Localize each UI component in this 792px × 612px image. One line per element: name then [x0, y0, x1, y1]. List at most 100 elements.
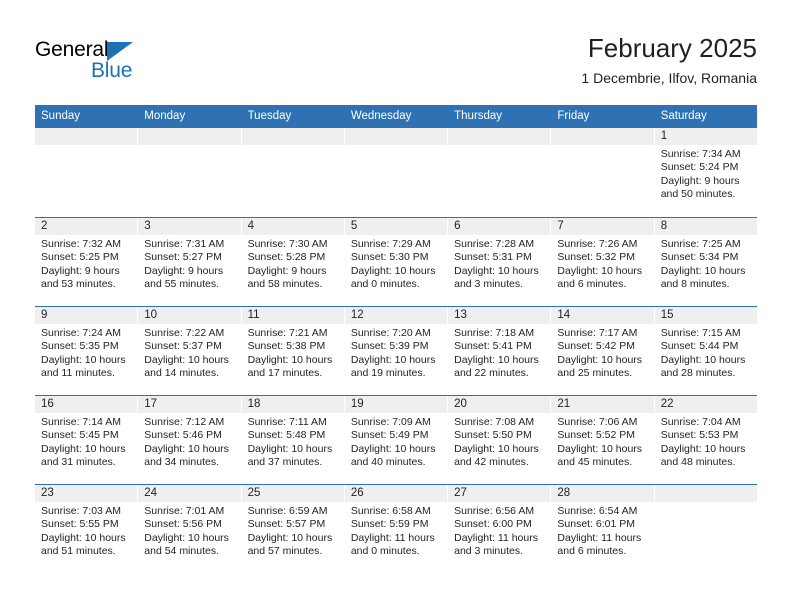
- day-cell[interactable]: 10 Sunrise: 7:22 AM Sunset: 5:37 PM Dayl…: [138, 307, 242, 395]
- day-number: 13: [448, 307, 551, 324]
- sunrise-text: Sunrise: 7:25 AM: [660, 238, 741, 250]
- day-info: [138, 145, 240, 148]
- day-number: 1: [654, 128, 757, 145]
- daylight-text-line1: Daylight: 10 hours: [144, 531, 229, 544]
- day-number: 19: [344, 396, 448, 413]
- day-info: Sunrise: 7:32 AM Sunset: 5:25 PM Dayligh…: [35, 235, 137, 292]
- sunset-text: Sunset: 5:38 PM: [247, 340, 326, 353]
- daylight-text-line2: and 42 minutes.: [454, 456, 529, 469]
- daylight-text-line2: and 8 minutes.: [660, 278, 730, 291]
- page-subtitle: 1 Decembrie, Ilfov, Romania: [581, 70, 757, 86]
- sunset-text: Sunset: 5:27 PM: [144, 251, 222, 264]
- week-row: 23 Sunrise: 7:03 AM Sunset: 5:55 PM Dayl…: [35, 484, 757, 573]
- day-cell[interactable]: 7 Sunrise: 7:26 AM Sunset: 5:32 PM Dayli…: [551, 218, 655, 306]
- day-info: Sunrise: 7:31 AM Sunset: 5:27 PM Dayligh…: [138, 235, 240, 292]
- day-number: [138, 128, 241, 145]
- sunset-text: Sunset: 5:39 PM: [350, 340, 429, 353]
- day-cell[interactable]: [138, 128, 242, 217]
- sunset-text: Sunset: 5:45 PM: [41, 429, 119, 442]
- day-info: Sunrise: 7:09 AM Sunset: 5:49 PM Dayligh…: [345, 413, 447, 470]
- day-cell[interactable]: [551, 128, 655, 217]
- day-cell[interactable]: 12 Sunrise: 7:20 AM Sunset: 5:39 PM Dayl…: [344, 307, 449, 395]
- daylight-text-line1: Daylight: 9 hours: [41, 264, 120, 277]
- sunset-text: Sunset: 5:37 PM: [144, 340, 222, 353]
- sunset-text: Sunset: 5:34 PM: [660, 251, 739, 264]
- day-number: 24: [138, 485, 241, 502]
- day-cell[interactable]: 25 Sunrise: 6:59 AM Sunset: 5:57 PM Dayl…: [241, 485, 345, 573]
- day-cell[interactable]: 18 Sunrise: 7:11 AM Sunset: 5:48 PM Dayl…: [241, 396, 345, 484]
- day-cell[interactable]: 23 Sunrise: 7:03 AM Sunset: 5:55 PM Dayl…: [35, 485, 139, 573]
- day-info: Sunrise: 7:30 AM Sunset: 5:28 PM Dayligh…: [242, 235, 344, 292]
- day-cell[interactable]: 21 Sunrise: 7:06 AM Sunset: 5:52 PM Dayl…: [551, 396, 655, 484]
- day-cell[interactable]: [654, 485, 757, 573]
- day-number: 9: [35, 307, 138, 324]
- day-cell[interactable]: 20 Sunrise: 7:08 AM Sunset: 5:50 PM Dayl…: [448, 396, 552, 484]
- day-cell[interactable]: 1 Sunrise: 7:34 AM Sunset: 5:24 PM Dayli…: [654, 128, 757, 217]
- day-cell[interactable]: 27 Sunrise: 6:56 AM Sunset: 6:00 PM Dayl…: [448, 485, 552, 573]
- day-cell[interactable]: 13 Sunrise: 7:18 AM Sunset: 5:41 PM Dayl…: [448, 307, 552, 395]
- sunset-text: Sunset: 6:00 PM: [454, 518, 532, 531]
- day-cell[interactable]: 4 Sunrise: 7:30 AM Sunset: 5:28 PM Dayli…: [241, 218, 345, 306]
- day-number: 23: [35, 485, 138, 502]
- day-cell[interactable]: 8 Sunrise: 7:25 AM Sunset: 5:34 PM Dayli…: [654, 218, 757, 306]
- sunrise-text: Sunrise: 7:29 AM: [350, 238, 431, 250]
- daylight-text-line2: and 11 minutes.: [41, 367, 115, 380]
- day-cell[interactable]: 6 Sunrise: 7:28 AM Sunset: 5:31 PM Dayli…: [448, 218, 552, 306]
- day-cell[interactable]: 22 Sunrise: 7:04 AM Sunset: 5:53 PM Dayl…: [654, 396, 757, 484]
- day-info: Sunrise: 7:03 AM Sunset: 5:55 PM Dayligh…: [35, 502, 137, 559]
- week-row: 1 Sunrise: 7:34 AM Sunset: 5:24 PM Dayli…: [35, 128, 757, 217]
- day-number: 18: [241, 396, 344, 413]
- day-cell[interactable]: [35, 128, 139, 217]
- daylight-text-line1: Daylight: 10 hours: [247, 353, 333, 366]
- sunrise-text: Sunrise: 6:56 AM: [454, 505, 535, 517]
- day-cell[interactable]: 9 Sunrise: 7:24 AM Sunset: 5:35 PM Dayli…: [35, 307, 139, 395]
- day-cell[interactable]: 16 Sunrise: 7:14 AM Sunset: 5:45 PM Dayl…: [35, 396, 139, 484]
- weekday-header-sunday: Sunday: [35, 105, 139, 128]
- daylight-text-line1: Daylight: 10 hours: [660, 442, 746, 455]
- day-cell[interactable]: 2 Sunrise: 7:32 AM Sunset: 5:25 PM Dayli…: [35, 218, 139, 306]
- sunrise-text: Sunrise: 7:12 AM: [144, 416, 225, 428]
- daylight-text-line2: and 58 minutes.: [247, 278, 323, 291]
- weekday-header-friday: Friday: [551, 105, 655, 128]
- day-number: 7: [551, 218, 654, 235]
- daylight-text-line1: Daylight: 10 hours: [247, 442, 333, 455]
- sunset-text: Sunset: 5:30 PM: [350, 251, 429, 264]
- daylight-text-line1: Daylight: 10 hours: [557, 442, 643, 455]
- daylight-text-line2: and 51 minutes.: [41, 545, 116, 558]
- day-cell[interactable]: [344, 128, 449, 217]
- daylight-text-line1: Daylight: 10 hours: [350, 442, 436, 455]
- sunrise-text: Sunrise: 7:32 AM: [41, 238, 121, 250]
- day-number: 4: [241, 218, 344, 235]
- day-cell[interactable]: 15 Sunrise: 7:15 AM Sunset: 5:44 PM Dayl…: [654, 307, 757, 395]
- day-cell[interactable]: 17 Sunrise: 7:12 AM Sunset: 5:46 PM Dayl…: [138, 396, 242, 484]
- daylight-text-line1: Daylight: 11 hours: [557, 531, 642, 544]
- day-cell[interactable]: 24 Sunrise: 7:01 AM Sunset: 5:56 PM Dayl…: [138, 485, 242, 573]
- sunrise-text: Sunrise: 7:34 AM: [660, 148, 741, 160]
- day-cell[interactable]: 14 Sunrise: 7:17 AM Sunset: 5:42 PM Dayl…: [551, 307, 655, 395]
- day-cell[interactable]: 11 Sunrise: 7:21 AM Sunset: 5:38 PM Dayl…: [241, 307, 345, 395]
- day-info: Sunrise: 7:24 AM Sunset: 5:35 PM Dayligh…: [35, 324, 137, 381]
- sunrise-text: Sunrise: 7:03 AM: [41, 505, 121, 517]
- day-cell[interactable]: 5 Sunrise: 7:29 AM Sunset: 5:30 PM Dayli…: [344, 218, 449, 306]
- day-number: 14: [551, 307, 654, 324]
- day-cell[interactable]: 3 Sunrise: 7:31 AM Sunset: 5:27 PM Dayli…: [138, 218, 242, 306]
- day-info: Sunrise: 7:25 AM Sunset: 5:34 PM Dayligh…: [655, 235, 757, 292]
- day-info: [655, 502, 757, 505]
- day-number: [35, 128, 138, 145]
- sunrise-text: Sunrise: 7:31 AM: [144, 238, 225, 250]
- sunset-text: Sunset: 5:57 PM: [247, 518, 326, 531]
- day-cell[interactable]: 26 Sunrise: 6:58 AM Sunset: 5:59 PM Dayl…: [344, 485, 449, 573]
- daylight-text-line2: and 14 minutes.: [144, 367, 219, 380]
- day-cell[interactable]: [241, 128, 345, 217]
- day-cell[interactable]: [448, 128, 552, 217]
- day-number: 20: [448, 396, 551, 413]
- day-number: 27: [448, 485, 551, 502]
- day-cell[interactable]: 28 Sunrise: 6:54 AM Sunset: 6:01 PM Dayl…: [551, 485, 655, 573]
- sunrise-text: Sunrise: 7:21 AM: [247, 327, 328, 339]
- weekday-header-tuesday: Tuesday: [242, 105, 345, 128]
- day-cell[interactable]: 19 Sunrise: 7:09 AM Sunset: 5:49 PM Dayl…: [344, 396, 449, 484]
- weekday-header-wednesday: Wednesday: [345, 105, 449, 128]
- daylight-text-line2: and 0 minutes.: [350, 278, 420, 291]
- daylight-text-line2: and 31 minutes.: [41, 456, 116, 469]
- day-number: 16: [35, 396, 138, 413]
